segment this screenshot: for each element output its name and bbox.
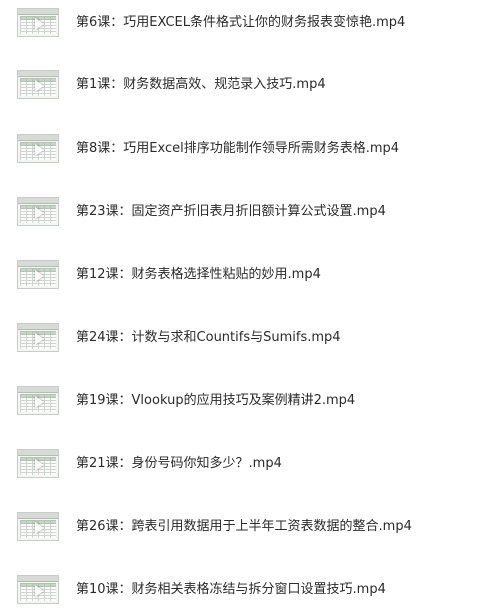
file-item[interactable]: 第21课：身份号码你知多少？.mp4 <box>0 444 490 484</box>
file-item[interactable]: 第24课：计数与求和Countifs与Sumifs.mp4 <box>0 318 490 358</box>
file-item[interactable]: 第1课：财务数据高效、规范录入技巧.mp4 <box>0 65 490 105</box>
video-thumbnail-icon <box>17 70 59 99</box>
video-thumbnail-icon <box>17 449 59 478</box>
file-name: 第21课：身份号码你知多少？.mp4 <box>76 456 282 471</box>
play-icon <box>35 395 44 408</box>
file-item[interactable]: 第10课：财务相关表格冻结与拆分窗口设置技巧.mp4 <box>0 570 490 610</box>
file-item[interactable]: 第12课：财务表格选择性粘贴的妙用.mp4 <box>0 255 490 295</box>
file-item[interactable]: 第6课：巧用EXCEL条件格式让你的财务报表变惊艳.mp4 <box>0 3 490 43</box>
video-thumbnail-icon <box>17 386 59 415</box>
file-name: 第1课：财务数据高效、规范录入技巧.mp4 <box>76 77 326 92</box>
file-name: 第23课：固定资产折旧表月折旧额计算公式设置.mp4 <box>76 204 386 219</box>
play-icon <box>35 17 44 30</box>
video-thumbnail-icon <box>17 575 59 604</box>
play-icon <box>35 521 44 534</box>
video-thumbnail-icon <box>17 8 59 37</box>
play-icon <box>35 143 44 156</box>
file-name: 第26课：跨表引用数据用于上半年工资表数据的整合.mp4 <box>76 519 412 534</box>
file-item[interactable]: 第19课：Vlookup的应用技巧及案例精讲2.mp4 <box>0 381 490 421</box>
video-thumbnail-icon <box>17 134 59 163</box>
file-item[interactable]: 第26课：跨表引用数据用于上半年工资表数据的整合.mp4 <box>0 507 490 547</box>
file-item[interactable]: 第23课：固定资产折旧表月折旧额计算公式设置.mp4 <box>0 192 490 232</box>
play-icon <box>35 332 44 345</box>
video-thumbnail-icon <box>17 260 59 289</box>
file-item[interactable]: 第8课：巧用Excel排序功能制作领导所需财务表格.mp4 <box>0 129 490 169</box>
file-name: 第10课：财务相关表格冻结与拆分窗口设置技巧.mp4 <box>76 582 386 597</box>
file-name: 第12课：财务表格选择性粘贴的妙用.mp4 <box>76 267 321 282</box>
play-icon <box>35 79 44 92</box>
play-icon <box>35 458 44 471</box>
play-icon <box>35 584 44 597</box>
video-thumbnail-icon <box>17 512 59 541</box>
file-name: 第24课：计数与求和Countifs与Sumifs.mp4 <box>76 330 341 345</box>
video-file-list: 第6课：巧用EXCEL条件格式让你的财务报表变惊艳.mp4 第1课：财务数据高效… <box>0 0 490 613</box>
video-thumbnail-icon <box>17 197 59 226</box>
file-name: 第8课：巧用Excel排序功能制作领导所需财务表格.mp4 <box>76 141 400 156</box>
video-thumbnail-icon <box>17 323 59 352</box>
file-name: 第19课：Vlookup的应用技巧及案例精讲2.mp4 <box>76 393 356 408</box>
file-name: 第6课：巧用EXCEL条件格式让你的财务报表变惊艳.mp4 <box>76 15 406 30</box>
play-icon <box>35 269 44 282</box>
play-icon <box>35 206 44 219</box>
